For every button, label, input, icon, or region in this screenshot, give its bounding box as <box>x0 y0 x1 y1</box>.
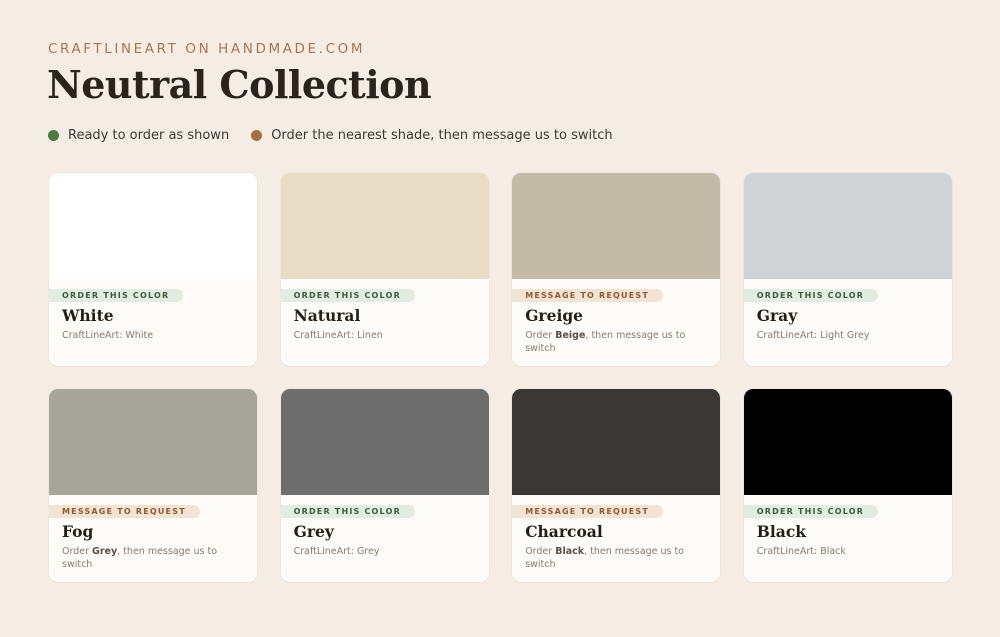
color-note: CraftLineArt: Light Grey <box>756 330 870 341</box>
color-note: CraftLineArt: Grey <box>293 546 380 557</box>
color-swatch <box>280 173 489 279</box>
message-dot-icon <box>251 130 263 141</box>
color-note: Order Beige, then message us to switch <box>525 330 686 354</box>
color-name: Greige <box>525 306 584 325</box>
color-swatch <box>49 389 257 495</box>
color-swatch <box>743 173 952 279</box>
status-badge: MESSAGE TO REQUEST <box>512 289 664 302</box>
color-card[interactable]: ORDER THIS COLOR Natural CraftLineArt: L… <box>279 172 490 367</box>
status-badge: MESSAGE TO REQUEST <box>512 505 664 518</box>
ready-dot-icon <box>48 130 59 141</box>
color-name: Black <box>756 522 806 541</box>
color-name: Charcoal <box>525 522 603 541</box>
color-name: Fog <box>62 522 94 541</box>
status-legend: Ready to order as shown Order the neares… <box>48 128 635 143</box>
color-name: White <box>62 306 114 325</box>
color-card[interactable]: MESSAGE TO REQUEST Greige Order Beige, t… <box>511 172 722 367</box>
color-name: Natural <box>293 306 361 325</box>
color-note: Order Black, then message us to switch <box>525 546 684 570</box>
color-grid: ORDER THIS COLOR White CraftLineArt: Whi… <box>48 172 953 583</box>
status-badge: ORDER THIS COLOR <box>280 289 415 302</box>
color-name: Gray <box>756 306 798 325</box>
color-card[interactable]: MESSAGE TO REQUEST Fog Order Grey, then … <box>48 388 258 583</box>
color-card[interactable]: MESSAGE TO REQUEST Charcoal Order Black,… <box>511 388 722 583</box>
color-card[interactable]: ORDER THIS COLOR Gray CraftLineArt: Ligh… <box>742 172 953 367</box>
legend-label: Order the nearest shade, then message us… <box>271 128 613 143</box>
status-badge: ORDER THIS COLOR <box>49 289 184 302</box>
color-note: CraftLineArt: Linen <box>293 330 383 341</box>
color-name: Grey <box>293 522 334 541</box>
color-note: CraftLineArt: White <box>62 330 154 341</box>
page-title: Neutral Collection <box>47 62 432 107</box>
color-note: CraftLineArt: Black <box>756 546 846 557</box>
status-badge: ORDER THIS COLOR <box>743 289 879 302</box>
color-swatch <box>512 389 721 495</box>
color-swatch <box>743 389 952 495</box>
color-swatch <box>512 173 721 279</box>
color-card[interactable]: ORDER THIS COLOR Black CraftLineArt: Bla… <box>742 388 953 583</box>
color-note: Order Grey, then message us to switch <box>62 546 218 570</box>
status-badge: ORDER THIS COLOR <box>743 505 879 518</box>
legend-item-message: Order the nearest shade, then message us… <box>251 128 613 143</box>
status-badge: ORDER THIS COLOR <box>280 505 415 518</box>
status-badge: MESSAGE TO REQUEST <box>49 505 200 518</box>
color-swatch <box>49 173 257 279</box>
legend-item-ready: Ready to order as shown <box>48 128 229 143</box>
color-card[interactable]: ORDER THIS COLOR Grey CraftLineArt: Grey <box>279 388 490 583</box>
color-swatch <box>280 389 489 495</box>
color-card[interactable]: ORDER THIS COLOR White CraftLineArt: Whi… <box>48 172 258 367</box>
legend-label: Ready to order as shown <box>68 128 230 143</box>
store-eyebrow: CRAFTLINEART ON HANDMADE.COM <box>48 41 366 57</box>
